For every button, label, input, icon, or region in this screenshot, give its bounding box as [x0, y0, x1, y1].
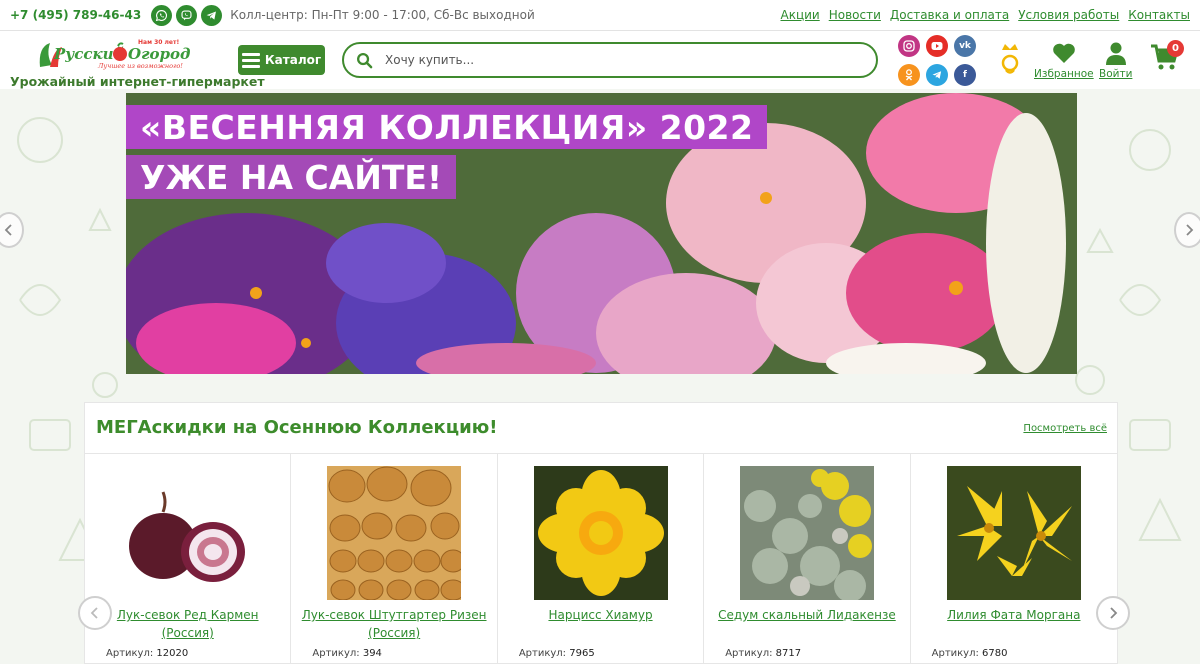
sku-value: 12020	[156, 648, 189, 659]
search-input[interactable]	[385, 53, 855, 67]
chevron-left-icon	[4, 224, 12, 236]
product-image[interactable]	[533, 466, 668, 600]
sku-label: Артикул:	[518, 648, 567, 659]
chevron-right-icon	[1186, 224, 1194, 236]
sku-label: Артикул:	[931, 648, 979, 659]
carousel-prev-button[interactable]	[78, 596, 112, 630]
user-icon	[1105, 42, 1126, 65]
promo-banner[interactable]: «ВЕСЕННЯЯ КОЛЛЕКЦИЯ» 2022 УЖЕ НА САЙТЕ!	[126, 93, 1077, 374]
product-image[interactable]	[121, 466, 255, 600]
banner-title: «ВЕСЕННЯЯ КОЛЛЕКЦИЯ» 2022	[126, 105, 768, 149]
catalog-label: Каталог	[264, 53, 322, 67]
product-card[interactable]: Седум скальный Лидакензе Артикул: 8717	[704, 454, 911, 664]
product-sku: Артикул: 7965	[519, 648, 595, 659]
vk-icon[interactable]: vk	[954, 35, 976, 57]
nav-link-news[interactable]: Новости	[829, 8, 881, 22]
sku-value: 8717	[775, 648, 802, 659]
sku-value: 6780	[982, 648, 1008, 659]
product-name[interactable]: Лук-севок Штутгартер Ризен (Россия)	[299, 606, 488, 642]
social-links: vk f	[898, 35, 978, 86]
header: Русский Огород Нам 30 лет! Лучшее из воз…	[0, 31, 1200, 89]
login-button[interactable]: Войти	[1099, 40, 1132, 80]
product-image[interactable]	[946, 466, 1081, 600]
product-carousel: Лук-севок Ред Кармен (Россия) Артикул: 1…	[85, 453, 1117, 664]
product-name[interactable]: Лилия Фата Моргана	[919, 606, 1109, 624]
loyalty-crown-icon[interactable]	[997, 41, 1023, 79]
product-sku: Артикул: 394	[312, 648, 382, 659]
facebook-icon[interactable]: f	[954, 64, 976, 86]
product-image[interactable]	[740, 466, 875, 600]
menu-icon	[241, 52, 260, 68]
login-label: Войти	[1099, 68, 1133, 80]
nav-link-delivery[interactable]: Доставка и оплата	[890, 8, 1009, 22]
sku-label: Артикул:	[106, 648, 154, 659]
search-icon[interactable]	[356, 52, 373, 69]
cart-button[interactable]: 0	[1150, 40, 1184, 74]
nav-link-contacts[interactable]: Контакты	[1128, 8, 1190, 22]
callcenter-hours: Колл-центр: Пн-Пт 9:00 - 17:00, Сб-Вс вы…	[230, 8, 535, 22]
carousel-next-button[interactable]	[1096, 596, 1130, 630]
favorites-button[interactable]: Избранное	[1034, 40, 1094, 80]
view-all-link[interactable]: Посмотреть всё	[1023, 423, 1107, 434]
nav-link-terms[interactable]: Условия работы	[1018, 8, 1119, 22]
cart-count-badge: 0	[1167, 40, 1184, 57]
deals-title: МЕГАскидки на Осеннюю Коллекцию!	[96, 417, 498, 438]
heart-icon	[1053, 43, 1075, 63]
catalog-button[interactable]: Каталог	[238, 45, 325, 75]
product-card[interactable]: Лилия Фата Моргана Артикул: 6780	[911, 454, 1117, 664]
banner-next-button[interactable]	[1174, 212, 1200, 248]
svg-text:Лучшее из возможного!: Лучшее из возможного!	[97, 62, 183, 70]
odnoklassniki-icon[interactable]	[898, 64, 920, 86]
instagram-icon[interactable]	[898, 35, 920, 57]
product-image[interactable]	[327, 466, 462, 600]
viber-icon[interactable]	[176, 4, 198, 26]
youtube-icon[interactable]	[926, 35, 948, 57]
phone-number[interactable]: +7 (495) 789-46-43	[10, 8, 141, 22]
favorites-label: Избранное	[1034, 68, 1094, 80]
sku-label: Артикул:	[725, 648, 773, 659]
telegram-icon[interactable]	[201, 4, 223, 26]
top-nav: Акции Новости Доставка и оплата Условия …	[780, 8, 1190, 22]
product-card[interactable]: Лук-севок Ред Кармен (Россия) Артикул: 1…	[85, 454, 292, 664]
product-name[interactable]: Лук-севок Ред Кармен (Россия)	[93, 606, 282, 642]
sku-value: 7965	[569, 648, 595, 659]
nav-link-promotions[interactable]: Акции	[780, 8, 819, 22]
chevron-right-icon	[1110, 607, 1118, 619]
product-sku: Артикул: 6780	[932, 648, 1008, 659]
svg-text:Огород: Огород	[128, 45, 190, 63]
svg-text:Нам 30 лет!: Нам 30 лет!	[138, 39, 179, 46]
product-sku: Артикул: 8717	[725, 648, 801, 659]
sku-label: Артикул:	[312, 648, 360, 659]
product-sku: Артикул: 12020	[106, 648, 188, 659]
product-card[interactable]: Нарцисс Хиамур Артикул: 7965	[498, 454, 705, 664]
product-name[interactable]: Седум скальный Лидакензе	[712, 606, 901, 624]
deals-section: МЕГАскидки на Осеннюю Коллекцию! Посмотр…	[84, 402, 1118, 664]
top-bar: +7 (495) 789-46-43 Колл-центр: Пн-Пт 9:0…	[0, 0, 1200, 31]
search-bar	[342, 42, 878, 78]
sku-value: 394	[362, 648, 382, 659]
site-logo[interactable]: Русский Огород Нам 30 лет! Лучшее из воз…	[36, 37, 198, 71]
product-card[interactable]: Лук-севок Штутгартер Ризен (Россия) Арти…	[291, 454, 498, 664]
telegram-social-icon[interactable]	[926, 64, 948, 86]
whatsapp-icon[interactable]	[151, 4, 173, 26]
product-name[interactable]: Нарцисс Хиамур	[506, 606, 695, 624]
banner-subtitle: УЖЕ НА САЙТЕ!	[126, 155, 456, 199]
site-tagline: Урожайный интернет-гипермаркет	[10, 74, 265, 89]
chevron-left-icon	[90, 607, 98, 619]
